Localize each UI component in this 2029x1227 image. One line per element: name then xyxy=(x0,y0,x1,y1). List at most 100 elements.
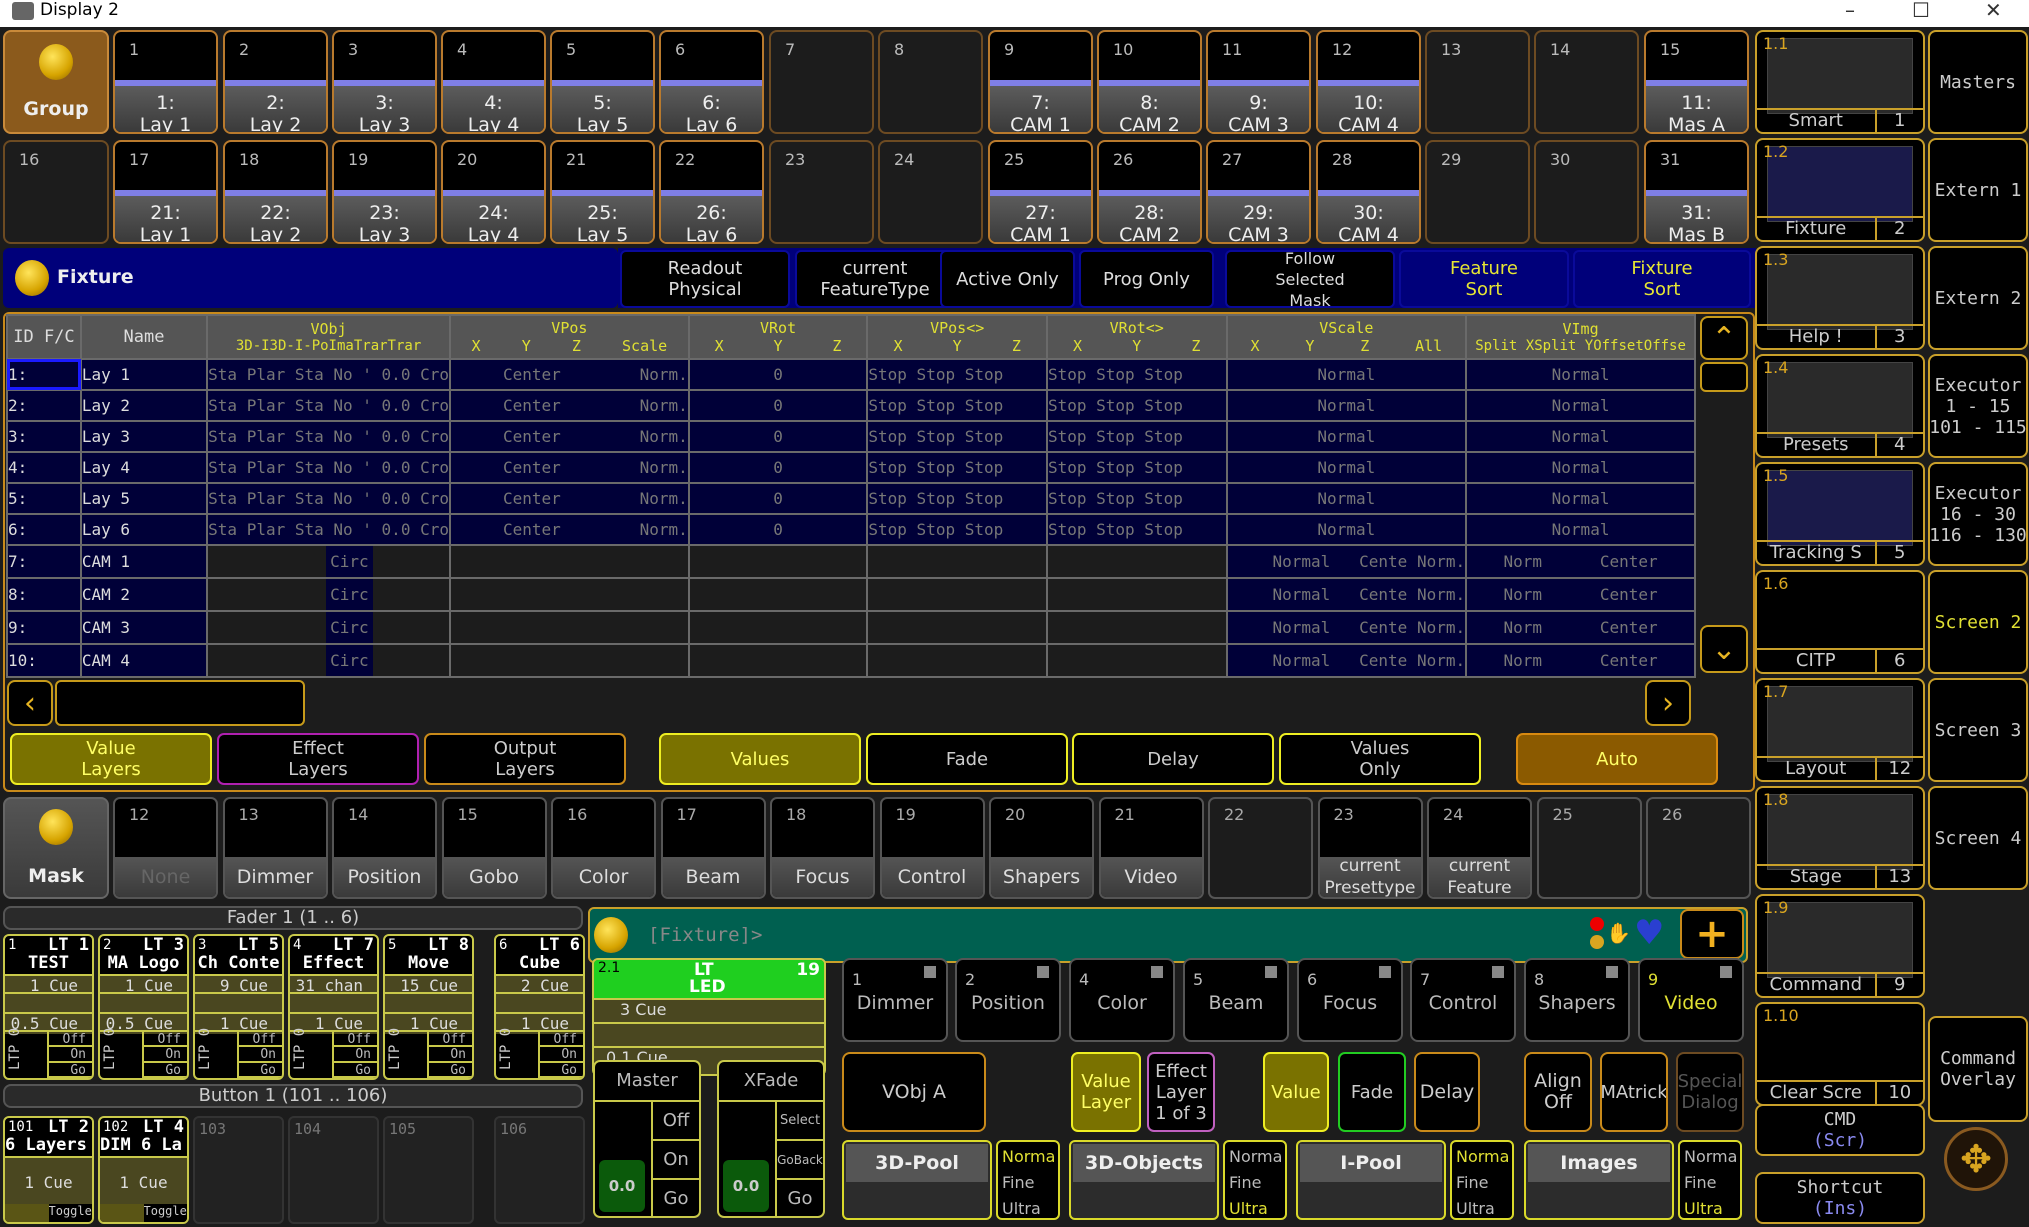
button-executor[interactable]: 106 xyxy=(494,1116,585,1224)
table-row[interactable]: 6: Lay 6 Sta Plar Sta No ' 0.0 Cro Center No… xyxy=(6,513,1696,546)
mask-pool-title[interactable]: Mask xyxy=(3,797,109,899)
exec-off-button[interactable]: Off xyxy=(428,1032,472,1048)
group-button[interactable]: 6 6: Lay 6 xyxy=(659,30,764,134)
screen-button[interactable]: Executor 16 - 30 116 - 130 xyxy=(1928,462,2028,566)
col-vpos[interactable]: VPos X Y Z Scale xyxy=(448,314,690,360)
minimize-button[interactable]: – xyxy=(1845,0,1855,22)
table-row[interactable]: 9: CAM 3 Circ Normal Cente Norm. Norm Center xyxy=(6,610,1696,645)
xfade-go-button[interactable]: Go xyxy=(777,1180,823,1216)
fade-button[interactable]: Fade xyxy=(1338,1052,1406,1132)
delay-button[interactable]: Delay xyxy=(1414,1052,1480,1132)
table-row[interactable]: 7: CAM 1 Circ Normal Cente Norm. Norm Center xyxy=(6,544,1696,579)
group-button[interactable]: 4 4: Lay 4 xyxy=(441,30,546,134)
align-button[interactable]: Align Off xyxy=(1524,1052,1592,1132)
mask-button[interactable]: 21 Video xyxy=(1098,797,1204,899)
matricks-button[interactable]: MAtrick xyxy=(1600,1052,1668,1132)
effect-layer-button[interactable]: Effect Layer 1 of 3 xyxy=(1147,1052,1215,1132)
mask-button[interactable]: 24 current Feature xyxy=(1427,797,1532,899)
button-executor[interactable]: 105 xyxy=(383,1116,474,1224)
master-on-button[interactable]: On xyxy=(653,1141,699,1180)
screen-button[interactable]: Extern 2 xyxy=(1928,246,2028,350)
exec-on-button[interactable]: On xyxy=(238,1047,282,1063)
encoder-resolution[interactable]: Norma Fine Ultra xyxy=(1450,1140,1514,1220)
heart-icon[interactable]: ♥ xyxy=(1634,913,1664,953)
button-executor[interactable]: 102 LT 4 DIM 6 La 1 Cue Toggle xyxy=(98,1116,189,1224)
group-button[interactable]: 11 9: CAM 3 xyxy=(1206,30,1311,134)
resolution-option[interactable]: Fine xyxy=(1684,1170,1736,1196)
value-mode-button[interactable]: Fade xyxy=(866,733,1068,785)
group-button[interactable]: 20 24: Lay 4 xyxy=(441,140,546,244)
resolution-option[interactable]: Ultra xyxy=(1456,1196,1508,1218)
scroll-left-button[interactable]: ‹ xyxy=(7,680,53,726)
screen-button[interactable]: Masters xyxy=(1928,30,2028,134)
group-button[interactable]: 13 xyxy=(1425,30,1530,134)
xfade-goback-button[interactable]: GoBack xyxy=(777,1141,823,1180)
add-button[interactable]: + xyxy=(1680,909,1744,959)
scroll-down-button[interactable]: ⌄ xyxy=(1700,625,1748,673)
view-button[interactable]: 1.5 Tracking S5 xyxy=(1755,462,1925,566)
maximize-button[interactable]: ☐ xyxy=(1912,0,1930,22)
sheet-toolbar-button[interactable]: Readout Physical xyxy=(620,250,790,308)
scroll-up-button[interactable]: ⌃ xyxy=(1700,316,1748,360)
exec-go-button[interactable]: Go xyxy=(143,1063,187,1078)
exec-on-button[interactable]: On xyxy=(48,1047,92,1063)
table-row[interactable]: 8: CAM 2 Circ Normal Cente Norm. Norm Center xyxy=(6,577,1696,612)
master-fader[interactable]: Master 0.0 % Off On Go xyxy=(593,1060,701,1218)
close-button[interactable]: ✕ xyxy=(1985,0,2002,22)
col-vrotd[interactable]: VRot<> X Y Z xyxy=(1045,314,1228,360)
fader-executor[interactable]: 1 LT 1 TEST 1 Cue 0.5 Cue LTP 0 Off On Go xyxy=(3,934,94,1080)
sheet-toolbar-button[interactable]: current FeatureType xyxy=(795,250,955,308)
sheet-toolbar-button[interactable]: Active Only xyxy=(940,250,1075,308)
screen-button[interactable]: Screen 2 xyxy=(1928,570,2028,674)
fader-executor[interactable]: 6 LT 6 Cube 2 Cue 1 Cue LTP 0 Off On Go xyxy=(494,934,585,1080)
exec-go-button[interactable]: Go xyxy=(48,1063,92,1078)
cmd-button[interactable]: CMD (Scr) xyxy=(1755,1104,1925,1156)
resolution-option[interactable]: Fine xyxy=(1456,1170,1508,1196)
exec-on-button[interactable]: On xyxy=(143,1047,187,1063)
view-button[interactable]: 1.10 Clear Scre 10 xyxy=(1755,1002,1925,1106)
encoder-pool-button[interactable]: Images xyxy=(1524,1140,1674,1220)
table-row[interactable]: 2: Lay 2 Sta Plar Sta No ' 0.0 Cro Center No… xyxy=(6,389,1696,422)
encoder-pool-button[interactable]: 3D-Objects xyxy=(1069,1140,1219,1220)
col-id[interactable]: ID F/C xyxy=(6,314,82,360)
resolution-option[interactable]: Ultra xyxy=(1229,1196,1281,1218)
sheet-toolbar-button[interactable]: Follow Selected Mask xyxy=(1225,249,1395,310)
feature-button[interactable]: 5 Beam xyxy=(1183,958,1289,1042)
sheet-toolbar-button[interactable]: Feature Sort xyxy=(1399,250,1569,308)
exec-off-button[interactable]: Off xyxy=(143,1032,187,1048)
mask-button[interactable]: 25 xyxy=(1536,797,1642,899)
col-vrot[interactable]: VRot X Y Z xyxy=(687,314,869,360)
resolution-option[interactable]: Fine xyxy=(1229,1170,1281,1196)
exec-on-button[interactable]: On xyxy=(539,1047,583,1063)
group-button[interactable]: 23 xyxy=(769,140,874,244)
master-go-button[interactable]: Go xyxy=(653,1180,699,1216)
screen-button[interactable]: Executor 1 - 15 101 - 115 xyxy=(1928,354,2028,458)
view-button[interactable]: 1.4 Presets 4 xyxy=(1755,354,1925,458)
col-vimg[interactable]: VImg Split XSplit YOffsetOffse xyxy=(1465,314,1696,360)
screen-button[interactable]: Extern 1 xyxy=(1928,138,2028,242)
encoder-resolution[interactable]: Norma Fine Ultra xyxy=(996,1140,1060,1220)
value-button[interactable]: Value xyxy=(1263,1052,1329,1132)
vobj-button[interactable]: VObj A xyxy=(842,1052,986,1132)
mask-button[interactable]: 16 Color xyxy=(551,797,656,899)
view-button[interactable]: 1.1 Smart 1 xyxy=(1755,30,1925,134)
group-pool-title[interactable]: Group xyxy=(3,30,109,134)
exec-on-button[interactable]: On xyxy=(333,1047,377,1063)
exec-go-button[interactable]: Go xyxy=(333,1063,377,1078)
toggle-button[interactable]: Toggle xyxy=(48,1204,92,1222)
mask-button[interactable]: 26 xyxy=(1646,797,1751,899)
group-button[interactable]: 17 21: Lay 1 xyxy=(113,140,218,244)
group-button[interactable]: 21 25: Lay 5 xyxy=(550,140,655,244)
layer-button[interactable]: Value Layers xyxy=(10,733,212,785)
fader-executor[interactable]: 3 LT 5 Ch Conte 9 Cue 1 Cue LTP 0 Off On Go xyxy=(193,934,284,1080)
screen-button[interactable]: Screen 3 xyxy=(1928,678,2028,782)
mask-button[interactable]: 17 Beam xyxy=(660,797,766,899)
group-button[interactable]: 26 28: CAM 2 xyxy=(1097,140,1202,244)
table-row[interactable]: 3: Lay 3 Sta Plar Sta No ' 0.0 Cro Center No… xyxy=(6,420,1696,453)
exec-off-button[interactable]: Off xyxy=(238,1032,282,1048)
exec-off-button[interactable]: Off xyxy=(48,1032,92,1048)
screen-button[interactable]: Command Overlay xyxy=(1928,1016,2028,1122)
group-button[interactable]: 19 23: Lay 3 xyxy=(332,140,437,244)
button-executor[interactable]: 101 LT 26 Layers 1 Cue Toggle xyxy=(3,1116,94,1224)
col-vscale[interactable]: VScale X Y Z All xyxy=(1225,314,1468,360)
